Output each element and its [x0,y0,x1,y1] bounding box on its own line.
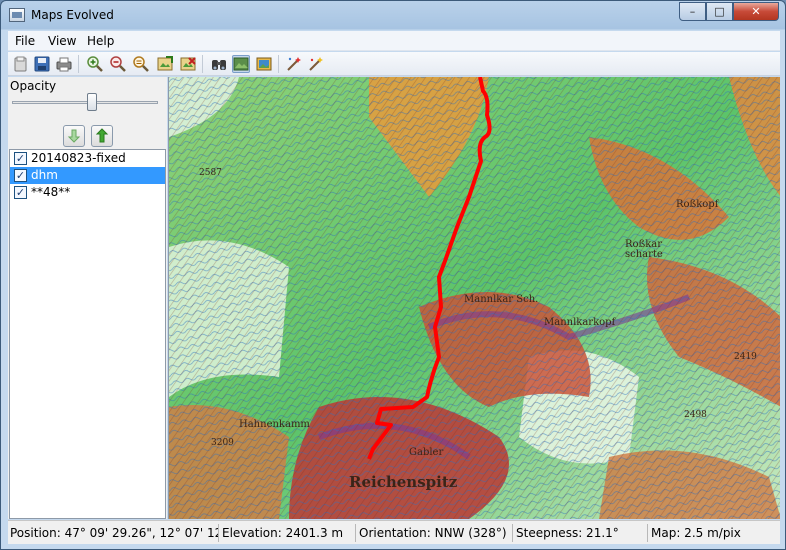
load-map-icon[interactable] [156,55,174,73]
close-button[interactable]: ✕ [733,2,779,21]
layer-item[interactable]: ✓ dhm [10,167,165,184]
open-icon[interactable] [12,55,30,73]
toolbar [8,52,780,76]
status-position: Position: 47° 09' 29.26", 12° 07' 12.13" [8,524,219,542]
zoom-reset-icon[interactable] [132,55,150,73]
toolbar-separator [202,55,203,73]
binoculars-icon[interactable] [210,55,228,73]
status-steepness: Steepness: 21.1° [514,524,648,542]
app-window: Maps Evolved – □ ✕ File View Help Opacit… [0,0,786,550]
arrow-up-icon [95,128,109,143]
map-label: Roßkopf [676,199,720,210]
menu-file[interactable]: File [15,34,35,48]
layer-item[interactable]: ✓ 20140823-fixed [10,150,165,167]
layer-item[interactable]: ✓ **48** [10,184,165,201]
arrow-down-icon [67,129,81,143]
map-label: Mannlkarkopf [544,317,617,328]
maximize-button[interactable]: □ [706,2,733,21]
layer-label: **48** [31,185,71,199]
map-label: 2419 [734,352,757,362]
map-label: 3209 [211,438,234,448]
status-map-scale: Map: 2.5 m/pix [651,526,741,540]
status-bar: Position: 47° 09' 29.26", 12° 07' 12.13"… [8,520,780,544]
map-label: 2498 [684,410,707,420]
layer-label: 20140823-fixed [31,151,126,165]
app-icon [9,8,25,22]
map-label: Hahnenkamm [239,419,310,430]
opacity-label: Opacity [10,79,57,93]
opacity-slider[interactable] [12,101,158,104]
move-layer-up-button[interactable] [91,125,113,147]
window-title: Maps Evolved [31,8,114,22]
title-bar[interactable]: Maps Evolved – □ ✕ [1,1,785,30]
settings-wand-icon[interactable] [307,55,325,73]
layer-checkbox[interactable]: ✓ [14,169,27,182]
map-label: Reichenspitz [349,473,458,491]
opacity-slider-thumb[interactable] [87,93,98,111]
layer-checkbox[interactable]: ✓ [14,186,27,199]
menu-help[interactable]: Help [87,34,114,48]
map-label: scharte [625,249,663,260]
print-icon[interactable] [55,55,73,73]
move-layer-down-button[interactable] [63,125,85,147]
window-controls: – □ ✕ [679,2,779,22]
map-view-icon[interactable] [232,55,250,73]
toolbar-separator [78,55,79,73]
layer-list: ✓ 20140823-fixed ✓ dhm ✓ **48** [9,149,166,519]
status-orientation: Orientation: NNW (328°) [357,524,513,542]
toolbar-separator [278,55,279,73]
unload-map-icon[interactable] [179,55,197,73]
menu-view[interactable]: View [48,34,76,48]
map-canvas[interactable]: Roßkopf Roßkar scharte Mannlkar Sch. Man… [168,77,780,519]
minimize-button[interactable]: – [679,2,706,21]
zoom-out-icon[interactable] [109,55,127,73]
wand-icon[interactable] [285,55,303,73]
zoom-in-icon[interactable] [86,55,104,73]
status-elevation: Elevation: 2401.3 m [220,524,356,542]
map-label: Gabler [409,447,443,458]
map-label: 2587 [199,168,222,178]
layer-label: dhm [31,168,58,182]
save-icon[interactable] [33,55,51,73]
layers-panel: Opacity ✓ 20140823-fixed ✓ dhm ✓ **48** [8,77,167,519]
menu-bar: File View Help [8,31,780,51]
image-view-icon[interactable] [255,55,273,73]
relief-map: Roßkopf Roßkar scharte Mannlkar Sch. Man… [169,77,780,519]
map-label: Mannlkar Sch. [464,294,538,305]
layer-checkbox[interactable]: ✓ [14,152,27,165]
